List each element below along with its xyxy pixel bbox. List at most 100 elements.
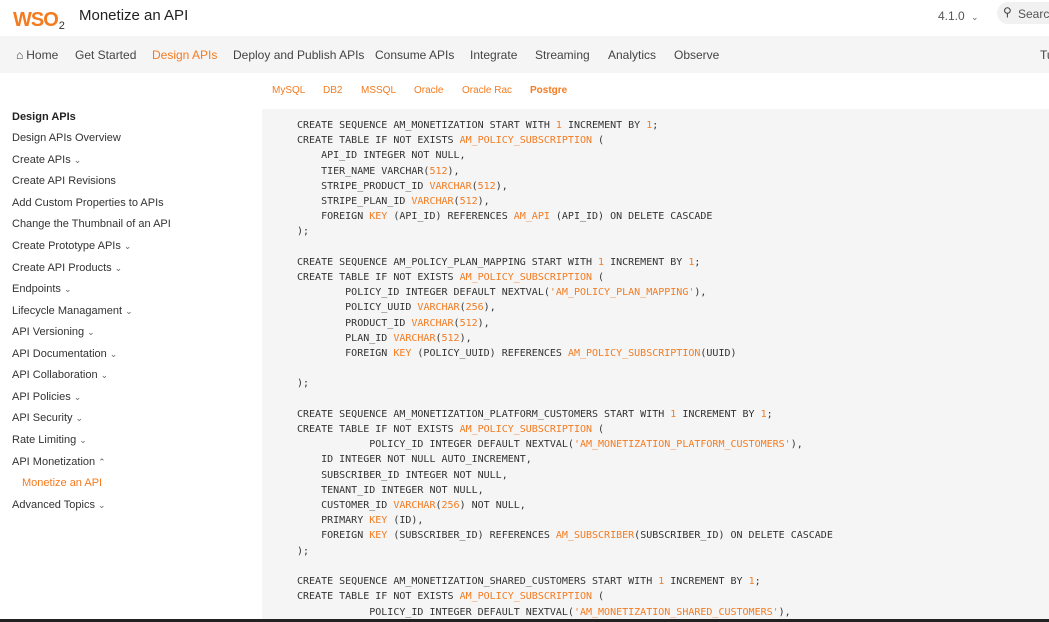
code-line: PLAN_ID VARCHAR(512), (297, 332, 472, 344)
nav-item-integrate[interactable]: Integrate (470, 48, 517, 62)
code-line: PRODUCT_ID VARCHAR(512), (297, 317, 490, 329)
sidebar-item-label: Design APIs Overview (12, 132, 121, 144)
sidebar-item-change-the-thumbnail-of-an-api[interactable]: Change the Thumbnail of an API (12, 218, 171, 230)
wso2-logo[interactable]: WSO 2 (13, 4, 65, 32)
code-line: CREATE TABLE IF NOT EXISTS AM_POLICY_SUB… (297, 135, 605, 147)
sidebar-item-rate-limiting[interactable]: Rate Limiting ⌄ (12, 434, 87, 446)
chevron-down-icon: ⌄ (114, 263, 123, 273)
sidebar-item-lifecycle-managament[interactable]: Lifecycle Managament ⌄ (12, 305, 133, 317)
code-content: CREATE SEQUENCE AM_MONETIZATION START WI… (297, 118, 833, 619)
code-line: FOREIGN KEY (POLICY_UUID) REFERENCES AM_… (297, 348, 737, 360)
sidebar-item-advanced-topics[interactable]: Advanced Topics ⌄ (12, 499, 106, 511)
sidebar-item-api-versioning[interactable]: API Versioning ⌄ (12, 326, 95, 338)
sidebar-item-label: API Documentation (12, 348, 107, 360)
sidebar-item-label: API Security (12, 412, 73, 424)
sidebar-item-create-apis[interactable]: Create APIs ⌄ (12, 154, 81, 166)
code-line: CUSTOMER_ID VARCHAR(256) NOT NULL, (297, 500, 526, 512)
sidebar: Design APIs Design APIs Overview Create AP… (0, 73, 262, 622)
code-line: FOREIGN KEY (SUBSCRIBER_ID) REFERENCES A… (297, 530, 833, 542)
code-line: CREATE SEQUENCE AM_MONETIZATION_SHARED_C… (297, 576, 761, 588)
sidebar-item-label: Endpoints (12, 283, 61, 295)
tab-postgre[interactable]: Postgre (530, 85, 567, 96)
nav-item-deploy-publish[interactable]: Deploy and Publish APIs (233, 48, 364, 62)
top-bar: WSO 2 Monetize an API 4.1.0 ⌄ ⚲ Search (0, 0, 1049, 36)
chevron-down-icon: ⌄ (79, 435, 87, 445)
tab-oracle[interactable]: Oracle (414, 85, 443, 96)
tab-mysql[interactable]: MySQL (272, 85, 305, 96)
sidebar-item-label: API Monetization (12, 456, 96, 468)
chevron-down-icon: ⌄ (73, 155, 82, 165)
code-line: STRIPE_PRODUCT_ID VARCHAR(512), (297, 180, 508, 192)
chevron-down-icon: ⌄ (100, 370, 109, 380)
code-line: TIER_NAME VARCHAR(512), (297, 165, 460, 177)
code-line: CREATE SEQUENCE AM_MONETIZATION START WI… (297, 120, 659, 131)
code-line: STRIPE_PLAN_ID VARCHAR(512), (297, 196, 490, 208)
sidebar-item-label: Advanced Topics (12, 499, 95, 511)
sidebar-item-api-collaboration[interactable]: API Collaboration ⌄ (12, 369, 108, 381)
sidebar-item-label: API Collaboration (12, 369, 98, 381)
sidebar-item-api-documentation[interactable]: API Documentation ⌄ (12, 348, 117, 360)
sidebar-item-label: Monetize an API (22, 477, 103, 489)
code-block: CREATE SEQUENCE AM_MONETIZATION START WI… (262, 109, 1049, 619)
chevron-down-icon: ⌄ (63, 284, 72, 294)
sidebar-item-label: Add Custom Properties to APIs (12, 197, 164, 209)
nav-item-observe[interactable]: Observe (674, 48, 719, 62)
tab-db2[interactable]: DB2 (323, 85, 342, 96)
sidebar-item-endpoints[interactable]: Endpoints ⌄ (12, 283, 71, 295)
search-icon: ⚲ (1003, 5, 1012, 19)
sidebar-item-api-monetization[interactable]: API Monetization ⌃ (12, 456, 106, 468)
code-line: CREATE TABLE IF NOT EXISTS AM_POLICY_SUB… (297, 424, 605, 436)
sidebar-item-label: Create API Revisions (12, 175, 116, 187)
code-line: CREATE TABLE IF NOT EXISTS AM_POLICY_SUB… (297, 272, 605, 284)
nav-item-analytics[interactable]: Analytics (608, 48, 656, 62)
code-line: CREATE TABLE IF NOT EXISTS AM_POLICY_SUB… (297, 591, 605, 603)
chevron-down-icon: ⌄ (87, 327, 95, 337)
version-label: 4.1.0 (938, 9, 965, 23)
logo-subscript: 2 (58, 20, 65, 32)
code-line: ); (297, 226, 310, 238)
code-line: POLICY_UUID VARCHAR(256), (297, 302, 496, 314)
database-tabs: MySQL DB2 MSSQL Oracle Oracle Rac Postgre (262, 73, 1049, 109)
sidebar-item-add-custom-properties-to-apis[interactable]: Add Custom Properties to APIs (12, 197, 164, 209)
logo-text: WSO (13, 9, 59, 31)
tab-mssql[interactable]: MSSQL (361, 85, 396, 96)
sidebar-item-label: Rate Limiting (12, 434, 77, 446)
sidebar-item-monetize-an-api[interactable]: Monetize an API (22, 477, 102, 489)
nav-item-streaming[interactable]: Streaming (535, 48, 590, 62)
chevron-down-icon: ⌄ (73, 392, 82, 402)
sidebar-item-label: API Versioning (12, 326, 85, 338)
nav-item-get-started[interactable]: Get Started (75, 48, 136, 62)
code-line: TENANT_ID INTEGER NOT NULL, (297, 484, 484, 496)
version-selector[interactable]: 4.1.0 ⌄ (938, 9, 979, 23)
nav-item-home[interactable]: ⌂ Home (16, 48, 58, 62)
tab-oracle-rac[interactable]: Oracle Rac (462, 85, 512, 96)
nav-item-design-apis[interactable]: Design APIs (152, 48, 217, 62)
sidebar-item-create-prototype-apis[interactable]: Create Prototype APIs ⌄ (12, 240, 131, 252)
sidebar-item-design-apis[interactable]: Design APIs (12, 111, 76, 123)
nav-item-consume-apis[interactable]: Consume APIs (375, 48, 454, 62)
sidebar-item-label: Design APIs (12, 111, 76, 123)
sidebar-item-create-api-products[interactable]: Create API Products ⌄ (12, 262, 122, 274)
main-nav: ⌂ Home Get Started Design APIs Deploy and… (0, 36, 1049, 73)
nav-label: Home (26, 48, 59, 62)
search-placeholder: Search (1018, 7, 1049, 21)
sidebar-item-create-api-revisions[interactable]: Create API Revisions (12, 175, 116, 187)
code-line: FOREIGN KEY (API_ID) REFERENCES AM_API (… (297, 211, 713, 223)
search-input[interactable]: ⚲ Search (997, 2, 1049, 24)
sidebar-item-api-security[interactable]: API Security ⌄ (12, 412, 83, 424)
code-line: ); (297, 545, 310, 557)
home-icon: ⌂ (16, 48, 24, 62)
code-line: API_ID INTEGER NOT NULL, (297, 150, 466, 162)
sidebar-item-design-apis-overview[interactable]: Design APIs Overview (12, 132, 121, 144)
code-line: ID INTEGER NOT NULL AUTO_INCREMENT, (297, 454, 532, 466)
sidebar-item-label: Create Prototype APIs (12, 240, 121, 252)
sidebar-item-label: Create API Products (12, 262, 112, 274)
chevron-down-icon: ⌄ (75, 413, 84, 423)
sidebar-item-api-policies[interactable]: API Policies ⌄ (12, 391, 81, 403)
nav-item-tutorials[interactable]: Tu (1040, 48, 1049, 62)
code-line: SUBSCRIBER_ID INTEGER NOT NULL, (297, 469, 508, 481)
code-line: CREATE SEQUENCE AM_POLICY_PLAN_MAPPING S… (297, 256, 701, 268)
